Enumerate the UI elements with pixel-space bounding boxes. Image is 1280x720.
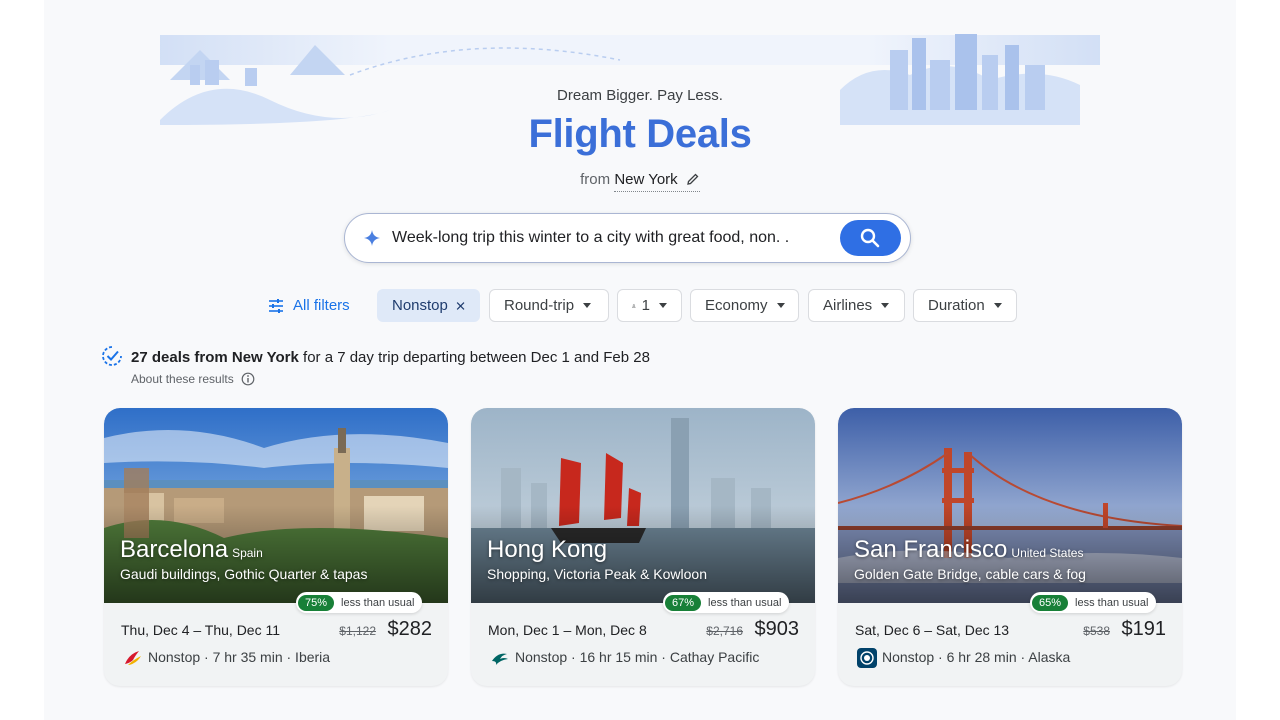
discount-badge: 75% less than usual (296, 592, 423, 613)
discount-label: less than usual (708, 596, 782, 609)
usual-price: $538 (1083, 624, 1110, 638)
destination-city: San Francisco (854, 536, 1008, 563)
person-icon (632, 303, 636, 308)
search-bar (344, 213, 911, 263)
destination-city: Hong Kong (487, 536, 608, 563)
discount-badge: 67% less than usual (663, 592, 790, 613)
discount-badge: 65% less than usual (1030, 592, 1157, 613)
deal-card-barcelona[interactable]: Barcelona Spain Gaudi buildings, Gothic Q… (104, 408, 448, 686)
discount-percent: 65% (1032, 594, 1069, 611)
origin-prefix: from (580, 171, 611, 188)
deal-price: $903 (754, 618, 800, 640)
chevron-down-icon (583, 303, 592, 308)
discount-percent: 75% (298, 594, 335, 611)
cabin-class-label: Economy (705, 297, 768, 314)
destination-description: Gaudi buildings, Gothic Quarter & tapas (120, 566, 368, 582)
trip-details: for a 7 day trip departing between Dec 1… (298, 349, 650, 366)
chevron-down-icon (881, 303, 890, 308)
destination-title: Hong Kong (487, 536, 611, 564)
all-filters-label: All filters (293, 297, 350, 314)
chevron-down-icon (776, 303, 785, 308)
deals-count: 27 deals from New York (131, 349, 299, 366)
trip-type-dropdown[interactable]: Round-trip (489, 289, 609, 322)
destination-description: Shopping, Victoria Peak & Kowloon (487, 566, 707, 582)
search-icon (860, 228, 880, 248)
search-input[interactable] (392, 229, 832, 247)
flight-info: Nonstop · 16 hr 15 min · Cathay Pacific (515, 649, 760, 665)
passengers-count: 1 (641, 297, 650, 314)
usual-price: $2,716 (706, 624, 743, 638)
about-results-label: About these results (131, 372, 234, 386)
usual-price: $1,122 (339, 624, 376, 638)
flight-info: Nonstop · 7 hr 35 min · Iberia (148, 649, 331, 665)
nonstop-filter-chip[interactable]: Nonstop (377, 289, 480, 322)
discount-percent: 67% (665, 594, 702, 611)
nonstop-filter-label: Nonstop (392, 297, 448, 314)
about-results-link[interactable]: About these results (131, 372, 255, 386)
all-filters-button[interactable]: All filters (268, 289, 350, 322)
destination-city: Barcelona (120, 536, 229, 563)
cabin-class-dropdown[interactable]: Economy (690, 289, 799, 322)
origin-city-label: New York (614, 171, 678, 188)
trip-dates: Mon, Dec 1 – Mon, Dec 8 (488, 622, 647, 638)
duration-label: Duration (928, 297, 985, 314)
airlines-dropdown[interactable]: Airlines (808, 289, 905, 322)
pencil-icon (687, 173, 699, 185)
cathay-pacific-logo-icon (492, 653, 508, 665)
close-icon[interactable] (456, 300, 465, 312)
discount-label: less than usual (1075, 596, 1149, 609)
info-icon (241, 372, 255, 386)
deal-card-san-francisco[interactable]: San Francisco United States Golden Gate B… (838, 408, 1182, 686)
origin-row: from New York (0, 171, 1280, 192)
destination-description: Golden Gate Bridge, cable cars & fog (854, 566, 1086, 582)
sparkle-icon (364, 230, 380, 246)
flight-info: Nonstop · 6 hr 28 min · Alaska (882, 649, 1071, 665)
tagline: Dream Bigger. Pay Less. (557, 87, 723, 104)
discount-label: less than usual (341, 596, 415, 609)
trip-dates: Sat, Dec 6 – Sat, Dec 13 (855, 622, 1010, 638)
passengers-dropdown[interactable]: 1 (617, 289, 682, 322)
deals-check-icon (102, 346, 122, 366)
trip-type-label: Round-trip (504, 297, 575, 314)
page-title: Flight Deals (528, 112, 752, 156)
results-summary: 27 deals from New York for a 7 day trip … (131, 349, 650, 366)
airlines-label: Airlines (823, 297, 873, 314)
destination-country: Spain (232, 546, 263, 560)
trip-dates: Thu, Dec 4 – Thu, Dec 11 (121, 622, 281, 638)
iberia-logo-icon (125, 651, 141, 665)
chevron-down-icon (659, 303, 667, 308)
deal-price: $191 (1121, 618, 1167, 640)
chevron-down-icon (993, 303, 1002, 308)
deal-price: $282 (387, 618, 433, 640)
destination-title: Barcelona Spain (120, 536, 263, 564)
alaska-airlines-logo-icon (857, 648, 877, 668)
origin-city-selector[interactable]: New York (614, 171, 700, 192)
search-button[interactable] (840, 220, 901, 256)
destination-country: United States (1011, 546, 1084, 560)
tune-icon (269, 298, 283, 313)
destination-title: San Francisco United States (854, 536, 1083, 564)
deal-card-hong-kong[interactable]: Hong Kong Shopping, Victoria Peak & Kowl… (471, 408, 815, 686)
duration-dropdown[interactable]: Duration (913, 289, 1017, 322)
